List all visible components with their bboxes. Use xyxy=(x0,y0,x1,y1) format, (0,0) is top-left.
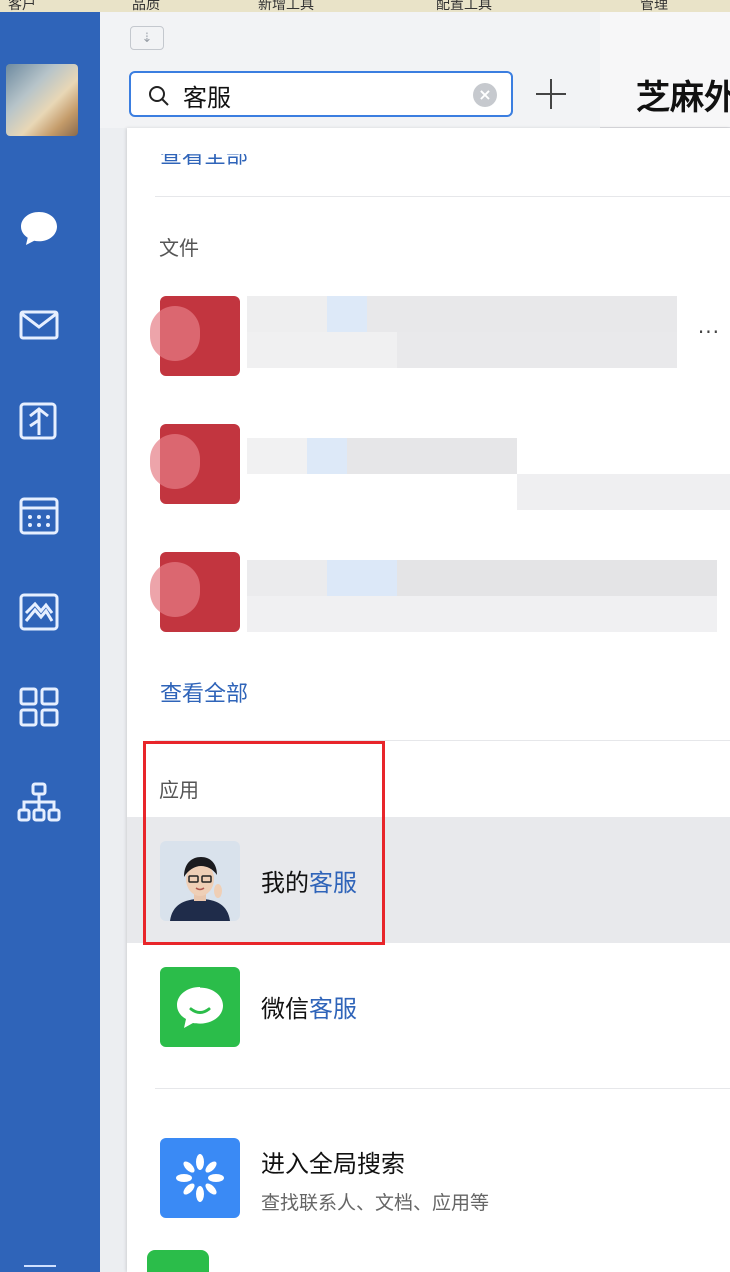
global-search-title: 进入全局搜索 xyxy=(261,1150,405,1178)
workbench-icon[interactable] xyxy=(14,682,64,732)
search-input[interactable] xyxy=(183,79,443,111)
download-tray-icon[interactable]: ⇣ xyxy=(130,26,164,50)
app-result-wechat-customer-service[interactable]: 微信客服 xyxy=(127,943,730,1069)
org-chart-icon[interactable] xyxy=(14,778,64,828)
file-result-item[interactable]: ... xyxy=(127,296,730,386)
search-box: × xyxy=(129,71,513,117)
chat-title: 芝麻外 xyxy=(636,78,730,118)
section-divider xyxy=(155,196,730,197)
global-search-subtitle: 查找联系人、文档、应用等 xyxy=(261,1192,490,1214)
wechat-customer-service-icon xyxy=(160,967,240,1047)
annotation-highlight-box xyxy=(143,741,385,945)
add-button[interactable] xyxy=(532,75,570,113)
file-result-item[interactable] xyxy=(127,424,730,514)
global-search-icon xyxy=(160,1138,240,1218)
file-icon xyxy=(150,552,240,632)
nav-bottom-bar xyxy=(24,1265,56,1267)
chat-icon[interactable] xyxy=(14,203,64,253)
search-icon xyxy=(149,86,169,106)
top-strip: 客户 品质 新增工具 配置工具 管理 xyxy=(0,0,730,12)
section-divider xyxy=(155,1088,730,1089)
file-icon xyxy=(150,296,240,376)
files-section-title: 文件 xyxy=(159,236,199,260)
app-name: 微信客服 xyxy=(261,989,357,1024)
left-nav xyxy=(0,12,100,1272)
top-strip-item: 品质 xyxy=(132,0,160,12)
next-result-icon xyxy=(147,1250,209,1272)
app-name-highlight: 客服 xyxy=(309,995,357,1023)
mail-icon[interactable] xyxy=(14,300,64,350)
more-options-icon[interactable]: ... xyxy=(698,314,720,338)
top-strip-item: 配置工具 xyxy=(436,0,492,12)
drive-icon[interactable] xyxy=(14,587,64,637)
doc-icon[interactable] xyxy=(14,396,64,446)
view-all-files-link[interactable]: 查看全部 xyxy=(160,676,248,708)
avatar[interactable] xyxy=(6,64,78,136)
file-result-item[interactable] xyxy=(127,552,730,642)
top-strip-item: 客户 xyxy=(8,0,36,12)
top-strip-item: 管理 xyxy=(640,0,668,12)
app-name-text: 微信 xyxy=(261,995,309,1023)
clear-search-button[interactable]: × xyxy=(473,83,497,107)
search-results-panel: 查看全部 文件 ... 查看全部 应用 我的客服 微信客服 进入全局搜索 查找联… xyxy=(127,128,730,1272)
file-icon xyxy=(150,424,240,504)
view-all-link-previous[interactable]: 查看全部 xyxy=(160,154,248,170)
global-search-entry[interactable]: 进入全局搜索 查找联系人、文档、应用等 xyxy=(127,1116,730,1246)
top-strip-item: 新增工具 xyxy=(258,0,314,12)
calendar-icon[interactable] xyxy=(14,491,64,541)
